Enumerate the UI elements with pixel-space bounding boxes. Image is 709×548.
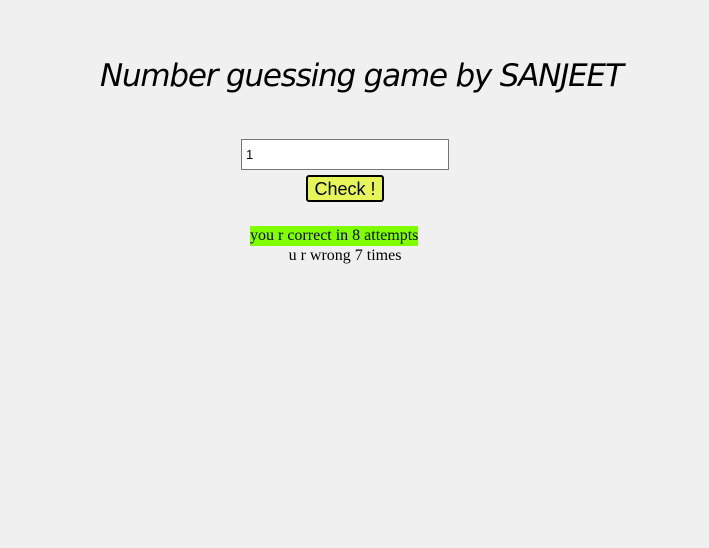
guess-input[interactable]	[241, 139, 449, 170]
page-title: Number guessing game by SANJEET	[100, 58, 624, 94]
correct-result-message: you r correct in 8 attempts	[250, 226, 419, 246]
game-page: Number guessing game by SANJEET Check ! …	[0, 0, 709, 548]
check-button[interactable]: Check !	[306, 175, 384, 202]
wrong-count-message: u r wrong 7 times	[288, 247, 402, 264]
